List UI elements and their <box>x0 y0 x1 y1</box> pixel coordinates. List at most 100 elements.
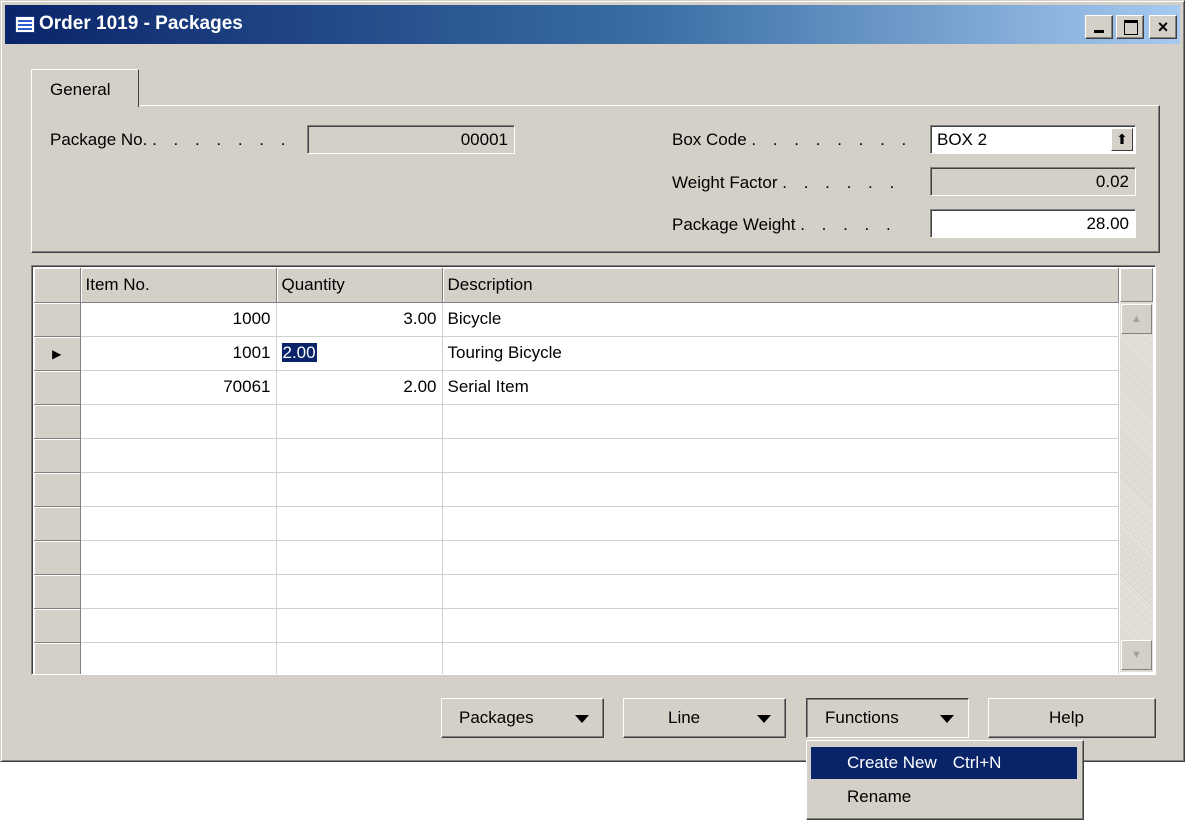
item-no-cell[interactable]: 1000 <box>80 302 277 337</box>
box-code-field[interactable]: BOX 2 ⬆ <box>930 125 1136 154</box>
table-row[interactable] <box>34 506 1119 541</box>
row-selector[interactable] <box>34 506 81 541</box>
package-weight-field[interactable]: 28.00 <box>930 209 1136 238</box>
package-weight-label: Package Weight . . . . . <box>672 215 897 234</box>
column-header-description[interactable]: Description <box>442 268 1119 303</box>
packages-button-label: Packages <box>459 708 534 727</box>
dropdown-arrow-icon <box>757 715 771 723</box>
item-no-cell[interactable] <box>80 608 277 643</box>
table-row[interactable]: 70061 2.00 Serial Item <box>34 370 1119 405</box>
quantity-cell[interactable]: 2.00 <box>276 370 443 405</box>
quantity-cell[interactable] <box>276 404 443 439</box>
select-all-header[interactable] <box>34 268 81 303</box>
close-icon: × <box>1157 17 1169 37</box>
quantity-cell[interactable] <box>276 540 443 575</box>
tab-general-label: General <box>50 80 111 99</box>
description-cell[interactable]: Touring Bicycle <box>442 336 1119 371</box>
row-selector[interactable]: ▶ <box>34 336 81 371</box>
weight-factor-label: Weight Factor . . . . . . <box>672 173 901 192</box>
row-selector[interactable] <box>34 540 81 575</box>
menu-item-shortcut: Ctrl+N <box>952 753 1002 772</box>
minimize-button[interactable] <box>1085 15 1113 39</box>
functions-button[interactable]: Functions <box>806 698 969 738</box>
menu-item-create-new[interactable]: Create New Ctrl+N <box>811 747 1077 779</box>
table-row[interactable]: ▶ 1001 2.00 Touring Bicycle <box>34 336 1119 371</box>
close-button[interactable]: × <box>1149 15 1177 39</box>
row-selector[interactable] <box>34 472 81 507</box>
row-selector[interactable] <box>34 370 81 405</box>
functions-button-label: Functions <box>825 708 899 727</box>
description-cell[interactable] <box>442 506 1119 541</box>
lines-table: Item No. Quantity Description 1000 3.00 … <box>34 268 1119 674</box>
row-selector[interactable] <box>34 302 81 337</box>
table-row[interactable] <box>34 540 1119 575</box>
row-selector[interactable] <box>34 438 81 473</box>
item-no-cell[interactable] <box>80 506 277 541</box>
help-button[interactable]: Help <box>988 698 1156 738</box>
description-cell[interactable] <box>442 642 1119 674</box>
item-no-cell[interactable] <box>80 642 277 674</box>
table-row[interactable] <box>34 574 1119 609</box>
packages-window: Order 1019 - Packages × General Package … <box>0 0 1185 762</box>
description-cell[interactable] <box>442 608 1119 643</box>
package-no-label: Package No. . . . . . . . <box>50 130 292 149</box>
weight-factor-field[interactable]: 0.02 <box>930 167 1136 196</box>
quantity-cell[interactable] <box>276 574 443 609</box>
window-title: Order 1019 - Packages <box>39 13 243 34</box>
scroll-down-button[interactable]: ▼ <box>1121 640 1152 670</box>
quantity-cell[interactable] <box>276 642 443 674</box>
item-no-cell[interactable] <box>80 540 277 575</box>
row-selector[interactable] <box>34 608 81 643</box>
quantity-cell[interactable] <box>276 438 443 473</box>
item-no-cell[interactable] <box>80 574 277 609</box>
dropdown-arrow-icon <box>940 715 954 723</box>
scroll-up-button[interactable]: ▲ <box>1121 304 1152 334</box>
table-row[interactable] <box>34 472 1119 507</box>
help-button-label: Help <box>1049 708 1084 727</box>
item-no-cell[interactable] <box>80 438 277 473</box>
menu-item-rename[interactable]: Rename <box>811 781 1077 813</box>
description-cell[interactable] <box>442 472 1119 507</box>
description-cell[interactable]: Serial Item <box>442 370 1119 405</box>
quantity-cell[interactable]: 3.00 <box>276 302 443 337</box>
description-cell[interactable] <box>442 438 1119 473</box>
table-row[interactable] <box>34 608 1119 643</box>
item-no-cell[interactable] <box>80 472 277 507</box>
line-button-label: Line <box>668 708 701 727</box>
maximize-button[interactable] <box>1116 15 1144 39</box>
row-selector[interactable] <box>34 404 81 439</box>
row-selector[interactable] <box>34 642 81 674</box>
quantity-edit-value[interactable]: 2.00 <box>281 343 317 362</box>
current-row-icon: ▶ <box>52 347 62 361</box>
table-row[interactable] <box>34 438 1119 473</box>
description-cell[interactable] <box>442 574 1119 609</box>
vertical-scrollbar[interactable]: ▲ ▼ <box>1120 268 1153 672</box>
quantity-cell[interactable]: 2.00 <box>276 336 443 371</box>
tab-general[interactable]: General <box>31 69 139 107</box>
package-no-field[interactable]: 00001 <box>307 125 515 154</box>
item-no-cell[interactable]: 70061 <box>80 370 277 405</box>
description-cell[interactable] <box>442 404 1119 439</box>
minimize-icon <box>1094 30 1104 33</box>
table-row[interactable]: 1000 3.00 Bicycle <box>34 302 1119 337</box>
maximize-icon <box>1124 20 1138 35</box>
quantity-cell[interactable] <box>276 608 443 643</box>
lookup-arrow-icon[interactable]: ⬆ <box>1111 128 1133 151</box>
table-row[interactable] <box>34 642 1119 674</box>
column-header-item-no[interactable]: Item No. <box>80 268 277 303</box>
title-bar[interactable]: Order 1019 - Packages × <box>5 5 1180 44</box>
row-selector[interactable] <box>34 574 81 609</box>
table-row[interactable] <box>34 404 1119 439</box>
packages-button[interactable]: Packages <box>441 698 604 738</box>
header-row: Item No. Quantity Description <box>34 268 1119 303</box>
quantity-cell[interactable] <box>276 506 443 541</box>
line-button[interactable]: Line <box>623 698 786 738</box>
box-code-label: Box Code . . . . . . . . <box>672 130 913 149</box>
quantity-cell[interactable] <box>276 472 443 507</box>
column-header-quantity[interactable]: Quantity <box>276 268 443 303</box>
scrollbar-corner <box>1120 268 1153 302</box>
item-no-cell[interactable]: 1001 <box>80 336 277 371</box>
description-cell[interactable]: Bicycle <box>442 302 1119 337</box>
description-cell[interactable] <box>442 540 1119 575</box>
item-no-cell[interactable] <box>80 404 277 439</box>
